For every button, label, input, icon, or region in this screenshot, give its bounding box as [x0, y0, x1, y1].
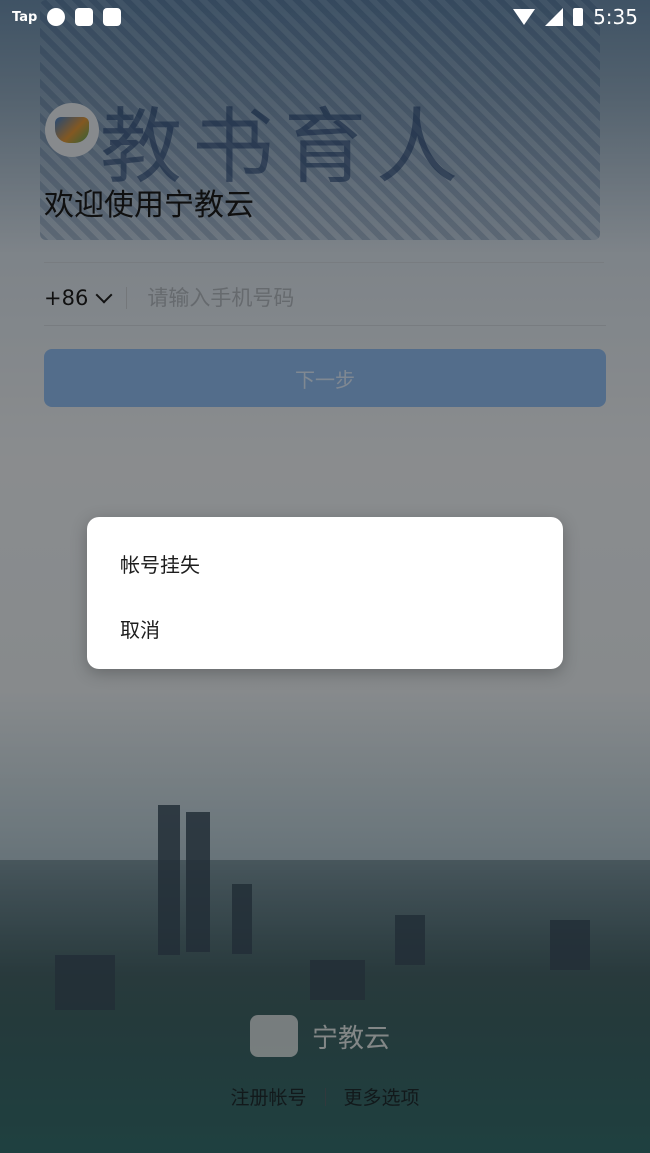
signal-icon: [545, 8, 564, 26]
login-screen: 教书育人 Tap 5:35 欢迎使用宁教云 +86 请输入手机号码 下一步 宁教…: [0, 0, 650, 1153]
status-bar: Tap 5:35: [0, 0, 650, 34]
wifi-icon: [513, 9, 536, 25]
report-lost-account-option[interactable]: 帐号挂失: [120, 549, 200, 578]
cancel-option[interactable]: 取消: [120, 614, 160, 643]
sync-icon: [47, 8, 66, 26]
notification-icon-2: [103, 8, 122, 26]
notification-icon: [75, 8, 94, 26]
status-time: 5:35: [593, 5, 638, 29]
battery-icon: [573, 8, 584, 26]
carrier-label: Tap: [12, 9, 38, 25]
options-dialog: 帐号挂失 取消: [87, 517, 563, 669]
